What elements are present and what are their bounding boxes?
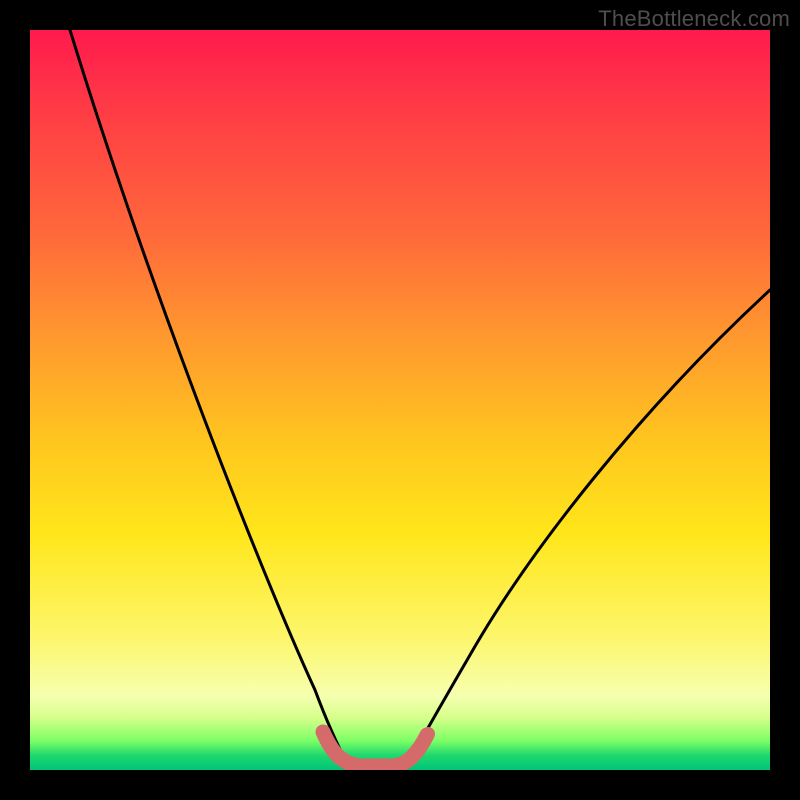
curve-layer	[30, 30, 770, 770]
bottom-marker-path	[323, 732, 427, 766]
watermark-text: TheBottleneck.com	[598, 6, 790, 32]
chart-stage: TheBottleneck.com	[0, 0, 800, 800]
plot-area	[30, 30, 770, 770]
right-branch-path	[407, 290, 770, 765]
bottom-marker-dots	[316, 725, 435, 765]
left-branch-path	[70, 30, 348, 765]
